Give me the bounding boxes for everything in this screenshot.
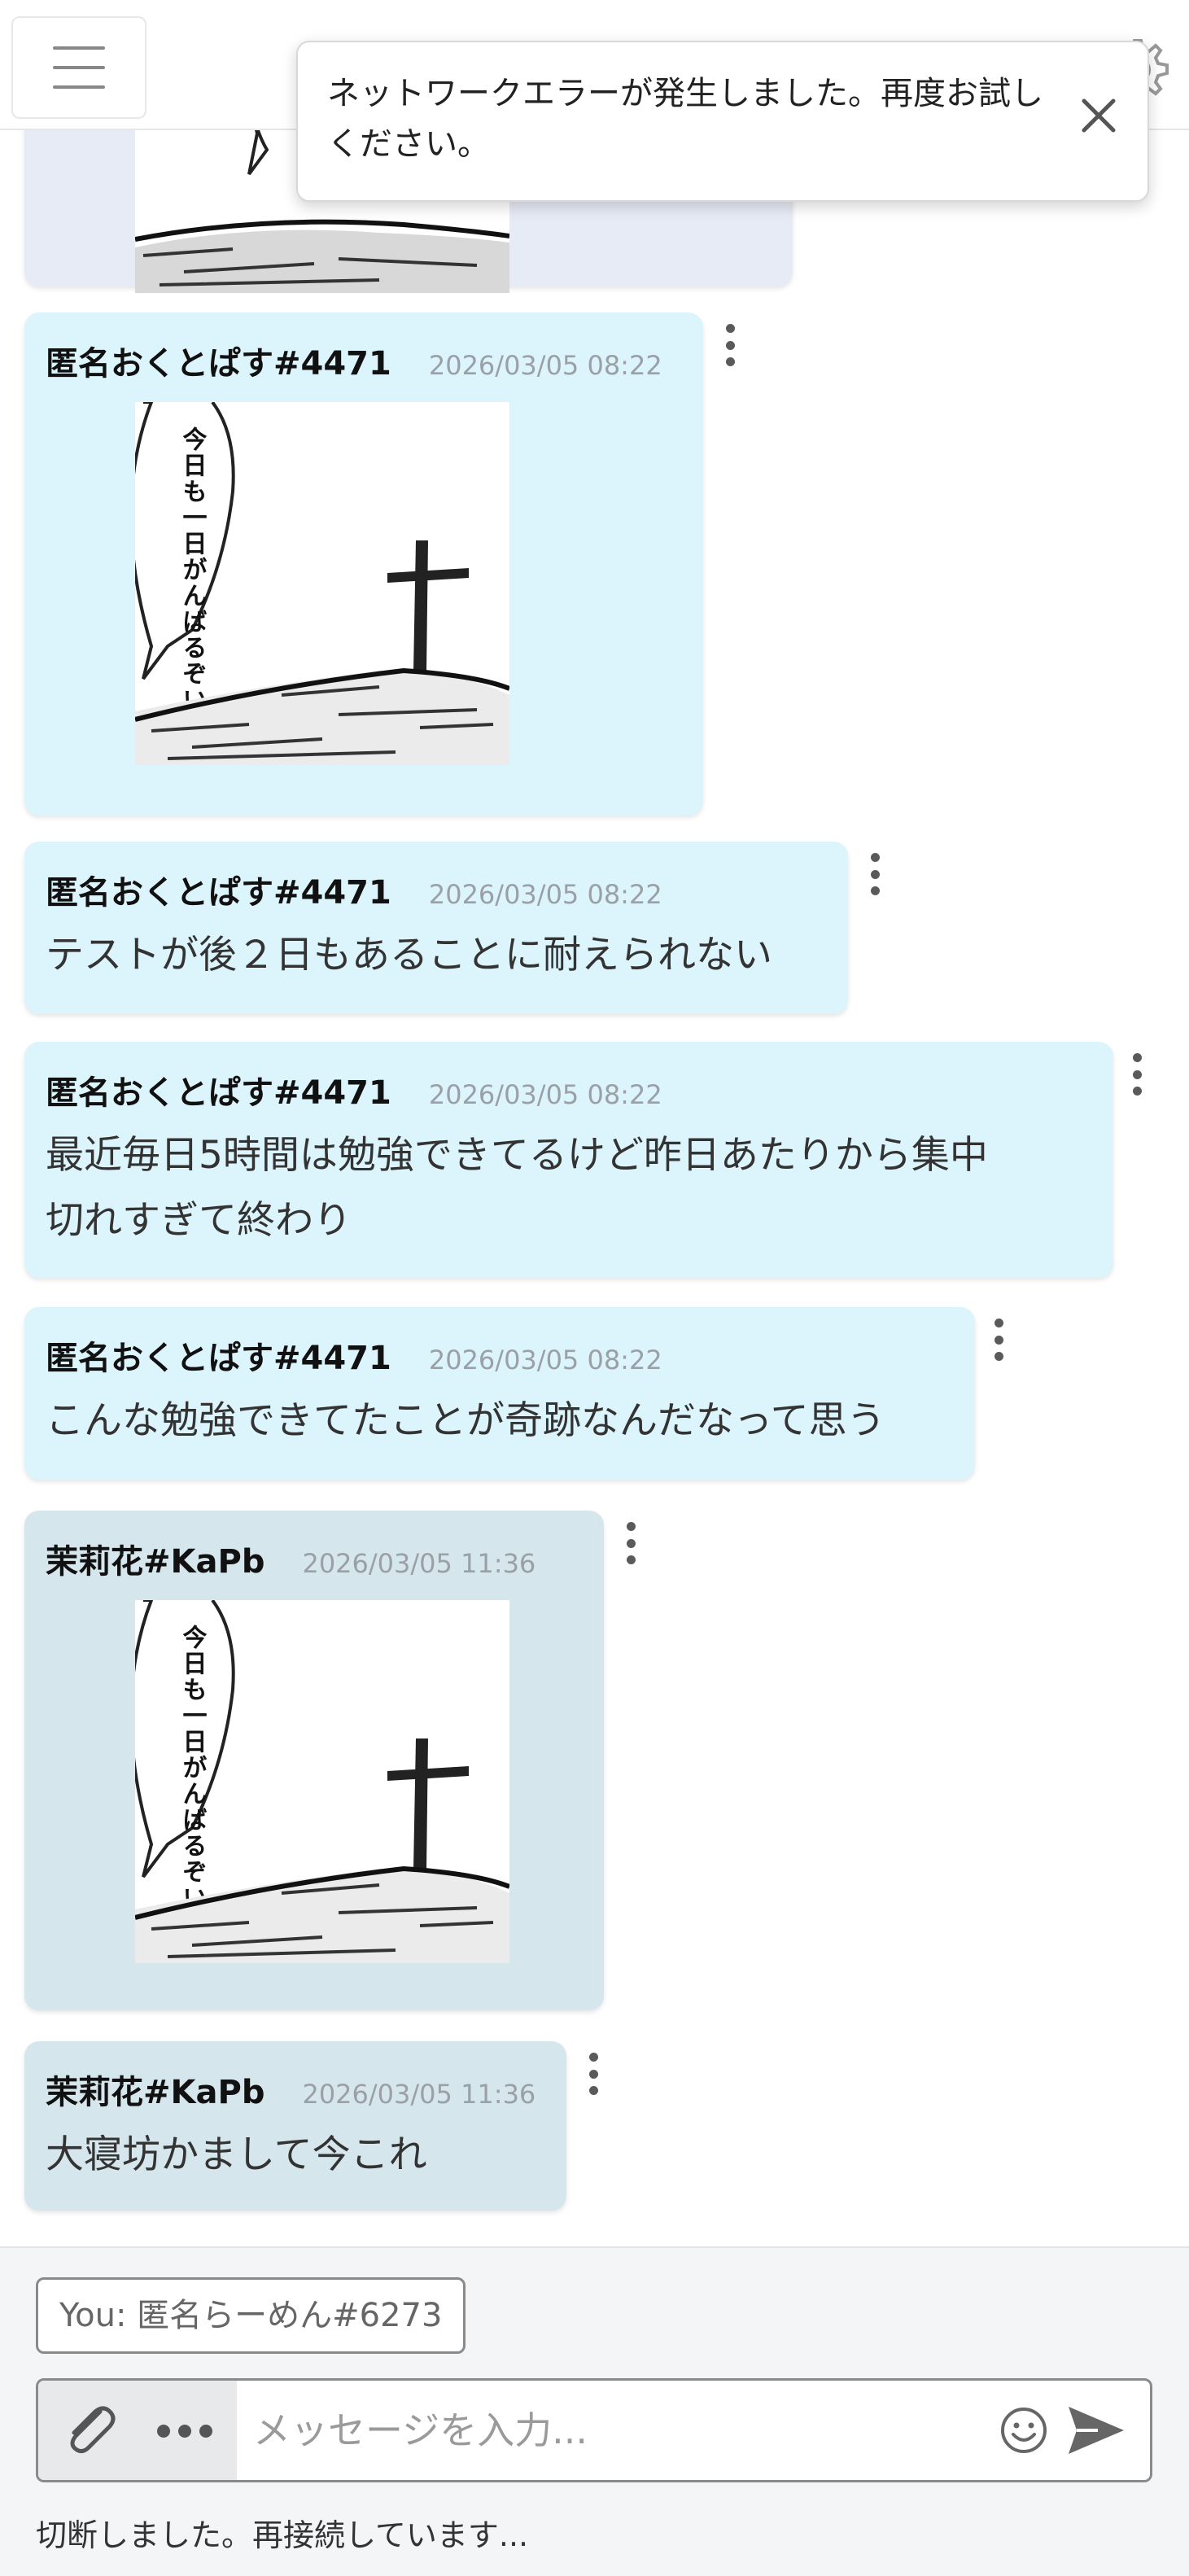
message-header: 匿名おくとぱす#4471 2026/03/05 08:22 <box>46 1066 662 1113</box>
error-toast: ネットワークエラーが発生しました。再度お試しください。 <box>296 41 1149 202</box>
sticker-image: 今日も一日がんばるぞい! <box>135 402 509 765</box>
message-bubble: 匿名おくとぱす#4471 2026/03/05 08:22 最近毎日5時間は勉強… <box>24 1042 1142 1278</box>
identity-chip[interactable]: You: 匿名らーめん#6273 <box>36 2277 466 2354</box>
paperclip-icon[interactable] <box>58 2397 123 2462</box>
message-menu-icon[interactable] <box>986 1315 1011 1364</box>
timestamp: 2026/03/05 08:22 <box>428 1345 662 1375</box>
message-composer: You: 匿名らーめん#6273 切断しました。再接続しています... <box>0 2246 1189 2576</box>
connection-status: 切断しました。再接続しています... <box>36 2517 529 2553</box>
timestamp: 2026/03/05 08:22 <box>428 350 662 381</box>
speech-text-1: 今日も一日がんばるぞい! <box>178 426 208 725</box>
author-name[interactable]: 匿名おくとぱす#4471 <box>46 866 391 913</box>
more-horizontal-icon[interactable] <box>152 2407 217 2456</box>
close-icon[interactable] <box>1074 91 1123 140</box>
message-header: 匿名おくとぱす#4471 2026/03/05 08:22 <box>46 1332 662 1379</box>
timestamp: 2026/03/05 11:36 <box>302 1548 536 1579</box>
message-menu-icon[interactable] <box>1125 1050 1149 1099</box>
timestamp: 2026/03/05 08:22 <box>428 1079 662 1110</box>
input-row <box>36 2378 1152 2482</box>
message-text: こんな勉強できてたことが奇跡なんだなって思う <box>46 1398 885 1443</box>
author-name[interactable]: 匿名おくとぱす#4471 <box>46 337 391 384</box>
message-menu-icon[interactable] <box>619 1519 643 1568</box>
message-header: 匿名おくとぱす#4471 2026/03/05 08:22 <box>46 866 662 913</box>
message-bubble: 茉莉花#KaPb 2026/03/05 11:36 今日も一日がんばるぞい! <box>24 1511 636 2010</box>
author-name[interactable]: 茉莉花#KaPb <box>46 2066 264 2113</box>
menu-icon[interactable] <box>11 16 146 119</box>
message-text: 最近毎日5時間は勉強できてるけど昨日あたりから集中 切れすぎて終わり <box>46 1133 988 1243</box>
timestamp: 2026/03/05 08:22 <box>428 879 662 910</box>
message-text: テストが後２日もあることに耐えられない <box>46 933 772 977</box>
author-name[interactable]: 匿名おくとぱす#4471 <box>46 1332 391 1379</box>
emoji-icon[interactable] <box>999 2405 1049 2456</box>
message-menu-icon[interactable] <box>581 2049 605 2098</box>
message-bubble: 茉莉花#KaPb 2026/03/05 11:36 大寝坊かまして今これ <box>24 2041 598 2211</box>
message-bubble: 匿名おくとぱす#4471 2026/03/05 08:22 今日も一日がんばるぞ… <box>24 313 735 816</box>
message-menu-icon[interactable] <box>863 850 887 899</box>
message-bubble: 匿名おくとぱす#4471 2026/03/05 08:22 こんな勉強できてたこ… <box>24 1307 1003 1480</box>
message-bubble: 匿名おくとぱす#4471 2026/03/05 08:22 テストが後２日もある… <box>24 842 880 1014</box>
toast-message: ネットワークエラーが発生しました。再度お試しください。 <box>327 75 1043 163</box>
timestamp: 2026/03/05 11:36 <box>302 2079 536 2110</box>
message-header: 茉莉花#KaPb 2026/03/05 11:36 <box>46 2066 535 2113</box>
chat-messages[interactable]: 匿名おくとぱす#4471 2026/03/05 08:22 今日も一日がんばるぞ… <box>0 0 1189 2246</box>
message-input[interactable] <box>253 2381 1002 2480</box>
author-name[interactable]: 茉莉花#KaPb <box>46 1535 264 1582</box>
message-text: 大寝坊かまして今これ <box>46 2132 427 2177</box>
author-name[interactable]: 匿名おくとぱす#4471 <box>46 1066 391 1113</box>
message-menu-icon[interactable] <box>718 321 742 370</box>
send-icon[interactable] <box>1065 2402 1127 2459</box>
input-actions <box>38 2381 237 2480</box>
message-header: 茉莉花#KaPb 2026/03/05 11:36 <box>46 1535 535 1582</box>
message-header: 匿名おくとぱす#4471 2026/03/05 08:22 <box>46 337 662 384</box>
sticker-image: 今日も一日がんばるぞい! <box>135 1600 509 1963</box>
speech-text-2: 今日も一日がんばるぞい! <box>178 1624 208 1923</box>
